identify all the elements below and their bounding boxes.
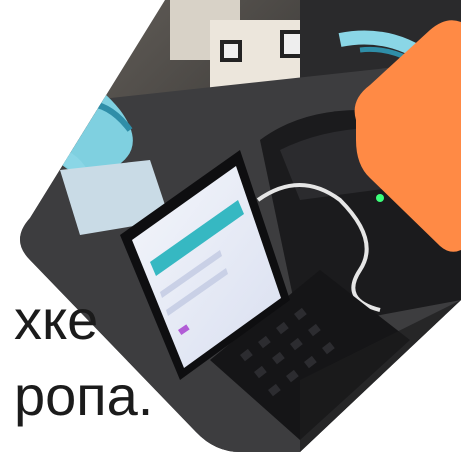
caption-line-2: ропа. [14,364,154,427]
caption-line-1: хке [14,288,99,351]
